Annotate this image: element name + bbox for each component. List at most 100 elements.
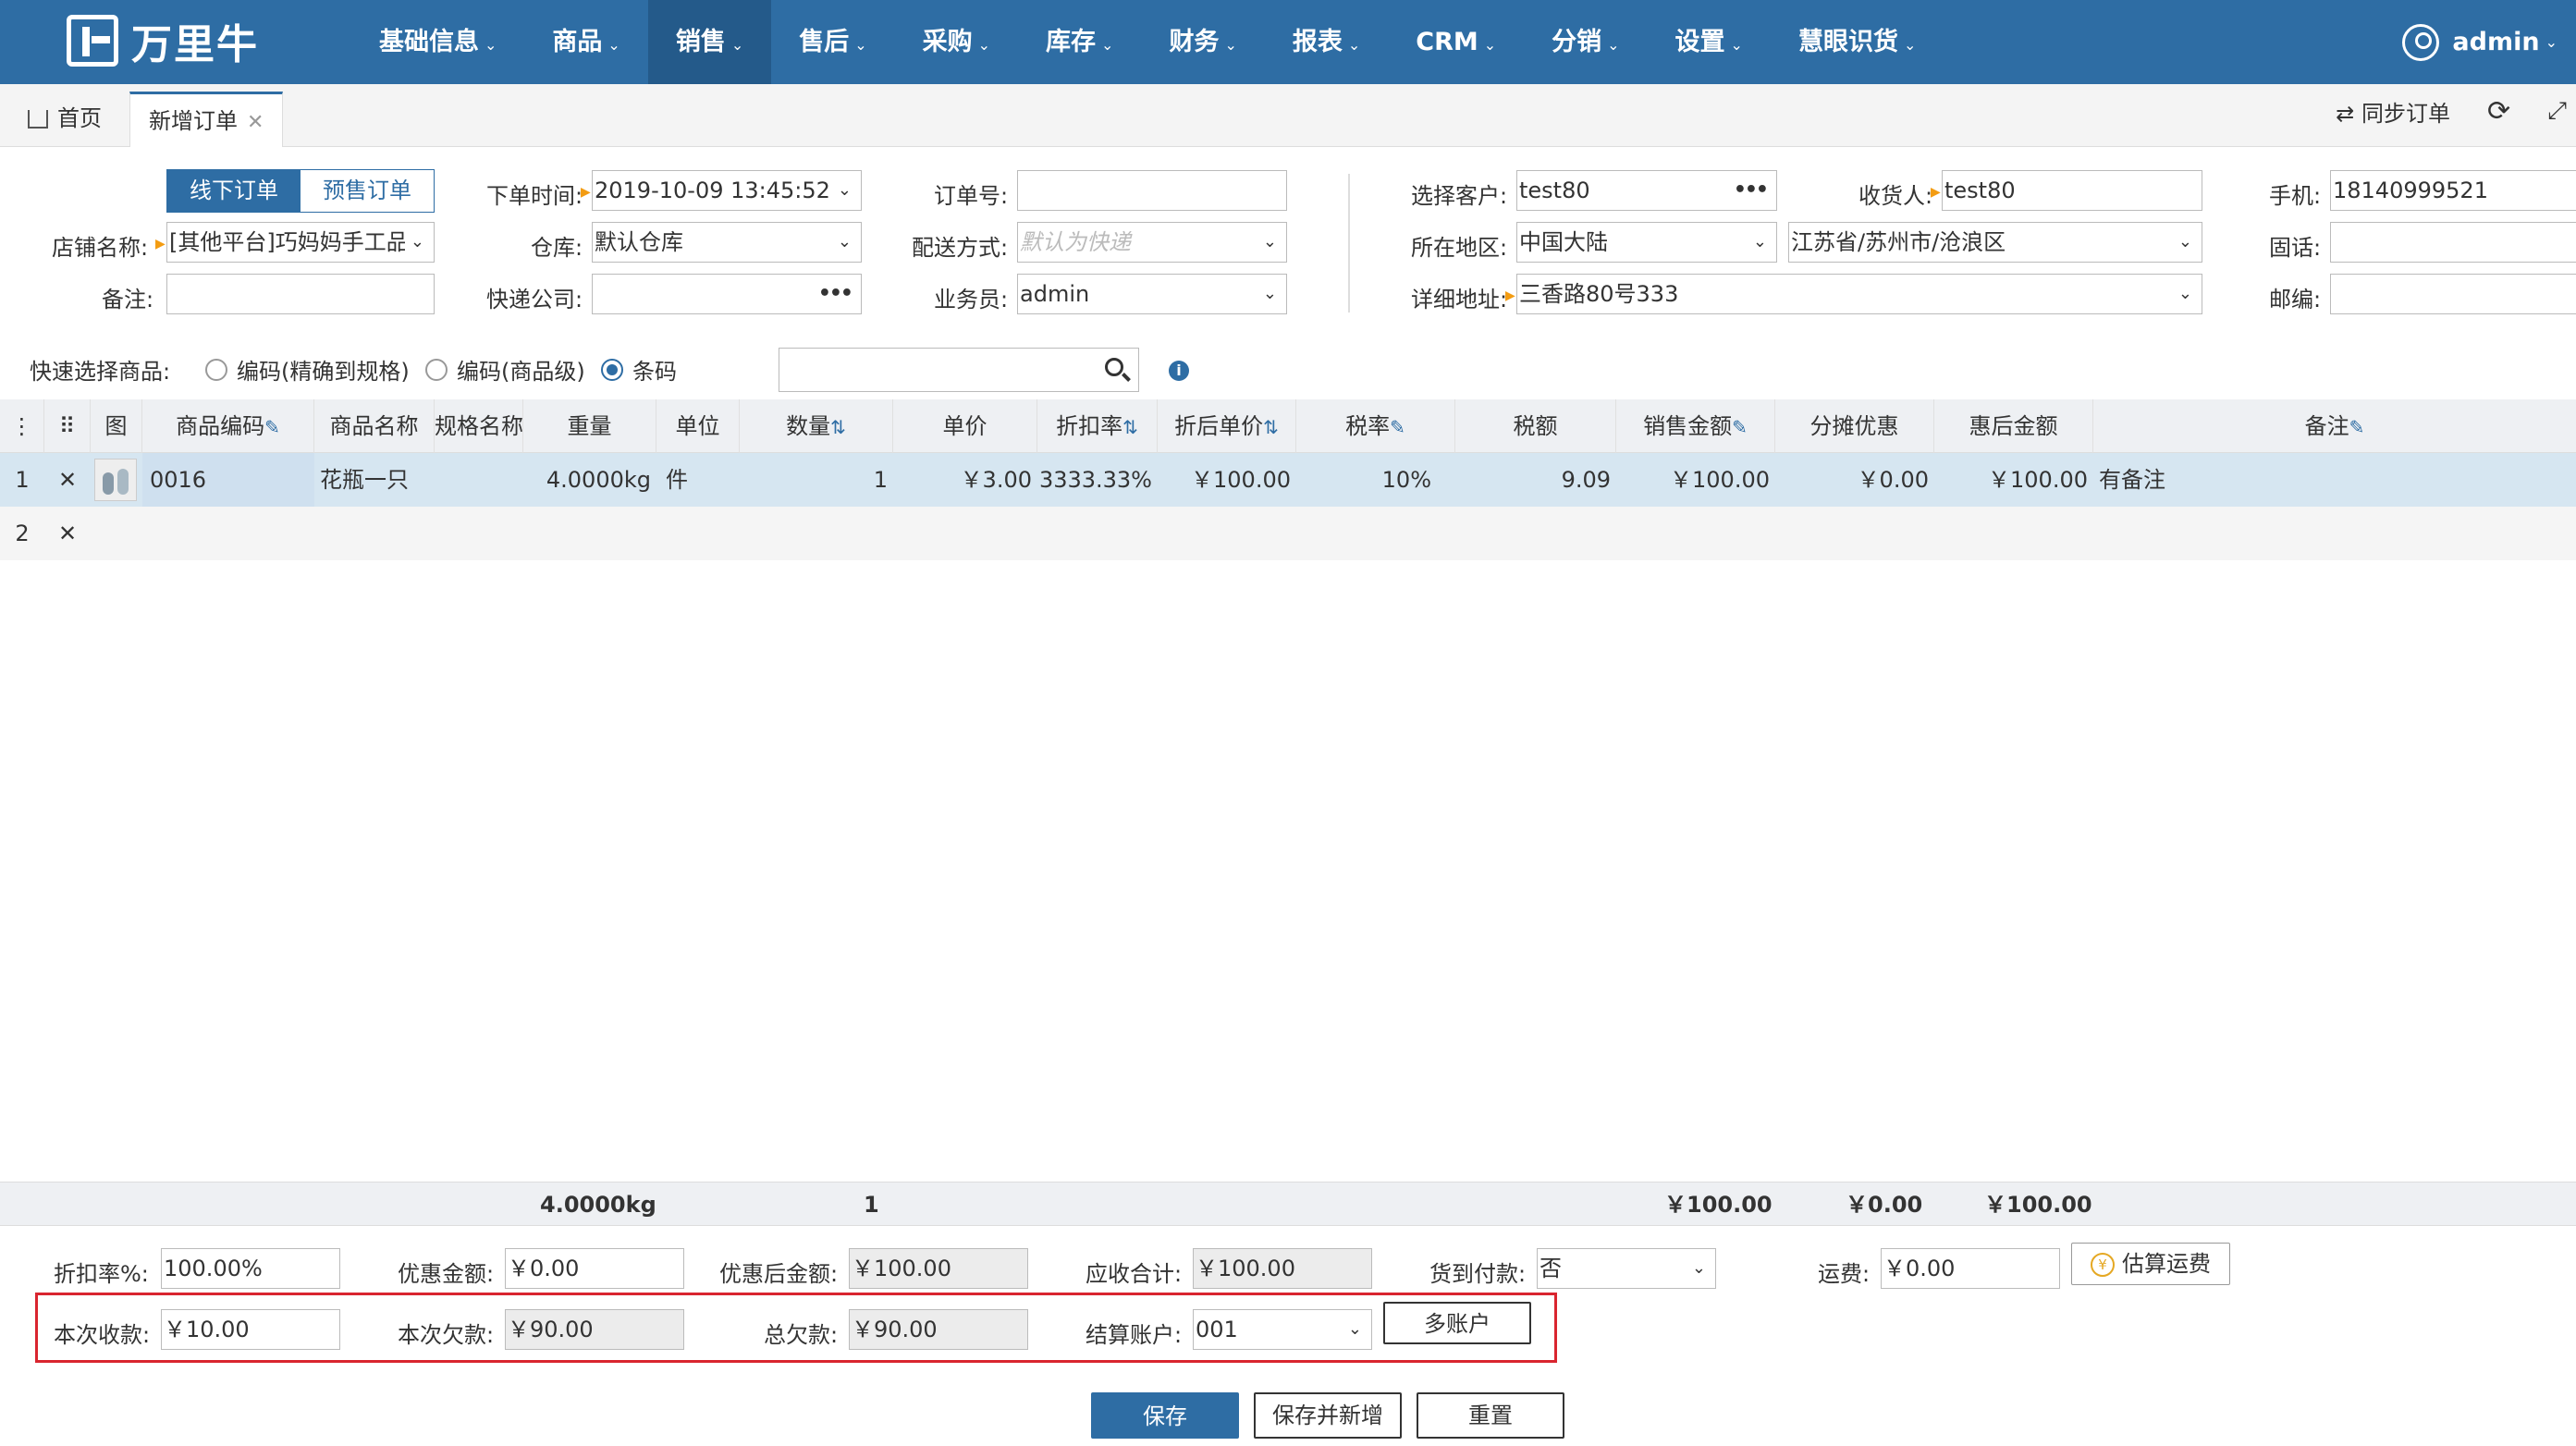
region-detail-select[interactable]: 江苏省/苏州市/沧浪区 ⌄ [1788, 222, 2202, 263]
cell-note[interactable]: 有备注 [2093, 453, 2576, 507]
cell-discount[interactable]: 3333.33% [1037, 453, 1158, 507]
nav-item[interactable]: 分销 ⌄ [1524, 0, 1647, 84]
discount-rate-input[interactable]: 100.00% [161, 1248, 340, 1289]
col-discount[interactable]: 折扣率⇅ [1037, 399, 1158, 453]
freight-label: 运费: [1818, 1261, 1871, 1287]
region-country-select[interactable]: 中国大陆 ⌄ [1516, 222, 1777, 263]
search-icon[interactable] [1105, 358, 1123, 376]
receiver-input[interactable]: test80 [1942, 170, 2202, 211]
received-input[interactable]: ￥10.00 [161, 1309, 340, 1350]
delete-row-icon[interactable]: ✕ [44, 507, 91, 560]
cell-discounted-price[interactable]: ￥100.00 [1158, 453, 1296, 507]
chevron-down-icon: ⌄ [977, 36, 991, 54]
total-qty: 1 [864, 1192, 879, 1218]
col-amount[interactable]: 销售金额✎ [1616, 399, 1775, 453]
col-note[interactable]: 备注✎ [2093, 399, 2576, 453]
row-menu-icon[interactable]: ⋮ [0, 399, 44, 453]
zip-label: 邮编: [2269, 287, 2322, 312]
salesman-select[interactable]: admin ⌄ [1017, 274, 1287, 314]
app-logo[interactable]: 万里牛 [67, 11, 259, 70]
remark-input[interactable] [166, 274, 435, 314]
nav-item[interactable]: 设置 ⌄ [1648, 0, 1771, 84]
nav-item[interactable]: 库存 ⌄ [1018, 0, 1141, 84]
reset-button[interactable]: 重置 [1417, 1392, 1564, 1439]
nav-item[interactable]: 售后 ⌄ [771, 0, 894, 84]
col-code[interactable]: 商品编码✎ [142, 399, 314, 453]
account-select[interactable]: 001 ⌄ [1193, 1309, 1372, 1350]
col-tax-rate[interactable]: 税率✎ [1296, 399, 1455, 453]
cell-name: 花瓶一只 [320, 467, 409, 493]
delete-row-icon[interactable]: ✕ [44, 453, 91, 507]
cell-amount[interactable]: ￥100.00 [1616, 453, 1775, 507]
chevron-down-icon: ⌄ [1347, 1319, 1362, 1339]
chevron-down-icon: ⌄ [854, 36, 867, 54]
address-select[interactable]: 三香路80号333 ⌄ [1516, 274, 2202, 314]
tab-new-order[interactable]: 新增订单 ✕ [129, 92, 284, 147]
nav-item-label: 基础信息 [379, 28, 479, 56]
nav-item[interactable]: 采购 ⌄ [895, 0, 1018, 84]
more-icon[interactable]: ••• [1734, 171, 1769, 210]
cell-price[interactable]: ￥3.00 [893, 453, 1037, 507]
table-row[interactable]: 2 ✕ [0, 507, 2576, 560]
tab-home[interactable]: 首页 [9, 92, 120, 147]
col-name: 商品名称 [314, 399, 435, 453]
total-share: ￥0.00 [1846, 1192, 1923, 1218]
save-and-new-button[interactable]: 保存并新增 [1254, 1392, 1402, 1439]
user-icon [2402, 23, 2440, 61]
after-coupon-label: 优惠后金额: [719, 1261, 839, 1287]
tel-label: 固话: [2269, 235, 2322, 261]
cell-qty[interactable]: 1 [740, 453, 893, 507]
freight-input[interactable]: ￥0.00 [1881, 1248, 2060, 1289]
user-menu[interactable]: admin ⌄ [2402, 0, 2558, 84]
column-grid-icon[interactable]: ⠿ [44, 399, 91, 453]
radio-code-spec-label: 编码(精确到规格) [237, 359, 410, 385]
radio-code-spec[interactable]: 编码(精确到规格) [205, 353, 410, 386]
presale-order-tab[interactable]: 预售订单 [301, 170, 434, 212]
zip-input[interactable] [2330, 274, 2576, 314]
sync-order-button[interactable]: ⇄ 同步订单 [2336, 95, 2450, 128]
cell-tax-rate[interactable]: 10% [1296, 453, 1455, 507]
cod-value: 否 [1539, 1256, 1562, 1281]
order-time-picker[interactable]: 2019-10-09 13:45:52 ⌄ [592, 170, 862, 211]
chevron-down-icon: ⌄ [1691, 1258, 1706, 1278]
chevron-down-icon: ⌄ [1347, 36, 1361, 54]
nav-item[interactable]: 销售 ⌄ [647, 0, 772, 84]
nav-item[interactable]: CRM ⌄ [1388, 0, 1524, 84]
product-search-input[interactable] [779, 348, 1139, 392]
close-icon[interactable]: ✕ [247, 111, 264, 134]
tel-input[interactable] [2330, 222, 2576, 263]
radio-code-item[interactable]: 编码(商品级) [425, 353, 585, 386]
receiver-label: 收货人: [1858, 183, 1933, 209]
table-row[interactable]: 1 ✕ 0016 花瓶一只 4.0000kg 件 1 ￥3.00 3333.33… [0, 453, 2576, 507]
cod-select[interactable]: 否 ⌄ [1537, 1248, 1716, 1289]
nav-item[interactable]: 财务 ⌄ [1141, 0, 1264, 84]
col-qty[interactable]: 数量⇅ [740, 399, 893, 453]
express-select[interactable]: ••• [592, 274, 862, 314]
fullscreen-icon[interactable]: ⤢ [2547, 97, 2567, 126]
multi-account-button[interactable]: 多账户 [1383, 1302, 1531, 1344]
warehouse-select[interactable]: 默认仓库 ⌄ [592, 222, 862, 263]
col-tax: 税额 [1455, 399, 1616, 453]
refresh-icon[interactable]: ⟳ [2487, 95, 2510, 128]
phone-input[interactable]: 18140999521 [2330, 170, 2576, 211]
nav-item[interactable]: 报表 ⌄ [1265, 0, 1388, 84]
cell-tax: 9.09 [1561, 467, 1611, 493]
coupon-input[interactable]: ￥0.00 [505, 1248, 684, 1289]
nav-item[interactable]: 基础信息 ⌄ [351, 0, 524, 84]
radio-barcode[interactable]: 条码 [601, 353, 677, 386]
more-icon[interactable]: ••• [818, 275, 853, 313]
shop-value: [其他平台]巧妈妈手工品 [169, 229, 409, 255]
shop-select[interactable]: [其他平台]巧妈妈手工品 ⌄ [166, 222, 435, 263]
estimate-freight-button[interactable]: ¥ 估算运费 [2071, 1243, 2230, 1285]
info-icon[interactable]: i [1169, 361, 1189, 381]
order-no-input[interactable] [1017, 170, 1287, 211]
nav-item[interactable]: 慧眼识货 ⌄ [1771, 0, 1944, 84]
delivery-select[interactable]: 默认为快递 ⌄ [1017, 222, 1287, 263]
col-discounted-price[interactable]: 折后单价⇅ [1158, 399, 1296, 453]
offline-order-tab[interactable]: 线下订单 [167, 170, 301, 212]
save-button[interactable]: 保存 [1091, 1392, 1239, 1439]
customer-select[interactable]: test80 ••• [1516, 170, 1777, 211]
nav-item[interactable]: 商品 ⌄ [524, 0, 647, 84]
cell-code[interactable]: 0016 [142, 453, 314, 507]
receivable-value: ￥100.00 [1193, 1248, 1372, 1289]
